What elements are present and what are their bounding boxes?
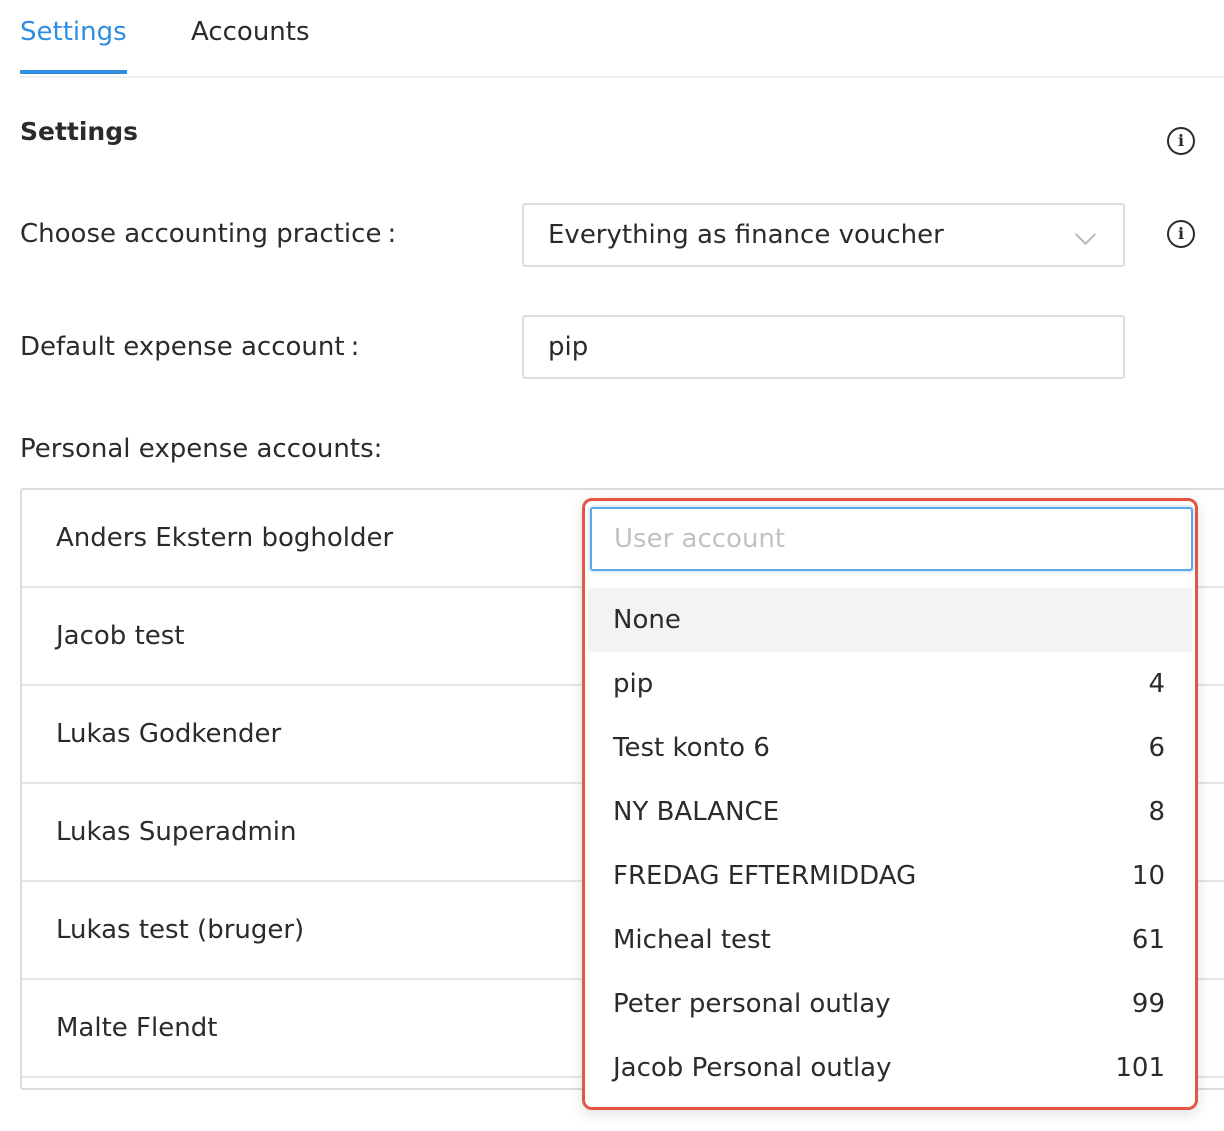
option-name: NY BALANCE <box>613 797 780 827</box>
dropdown-option[interactable]: Jacob Personal outlay 101 <box>588 1036 1192 1100</box>
info-icon[interactable]: i <box>1167 127 1195 155</box>
dropdown-option[interactable]: None <box>588 588 1192 652</box>
person-name: Lukas Godkender <box>56 719 282 749</box>
option-number: 61 <box>1131 925 1165 955</box>
settings-page: Settings Accounts Settings i Choose acco… <box>0 0 1224 1131</box>
option-number: 4 <box>1148 669 1165 699</box>
tab-settings[interactable]: Settings <box>20 14 127 74</box>
option-name: Jacob Personal outlay <box>613 1053 892 1083</box>
dropdown-option[interactable]: Micheal test 61 <box>588 908 1192 972</box>
person-name: Anders Ekstern bogholder <box>56 523 394 553</box>
section-title: Settings <box>20 117 139 146</box>
dropdown-option[interactable]: Test konto 6 6 <box>588 716 1192 780</box>
practice-label: Choose accounting practice: <box>20 219 397 249</box>
chevron-down-icon <box>1074 223 1097 246</box>
option-name: None <box>613 605 681 635</box>
option-number: 6 <box>1148 733 1165 763</box>
person-name: Malte Flendt <box>56 1013 218 1043</box>
dropdown-option[interactable]: NY BALANCE 8 <box>588 780 1192 844</box>
option-name: Peter personal outlay <box>613 989 891 1019</box>
option-name: Test konto 6 <box>613 733 770 763</box>
option-number: 10 <box>1131 861 1165 891</box>
option-name: pip <box>613 669 654 699</box>
tab-accounts[interactable]: Accounts <box>191 14 310 50</box>
dropdown-option[interactable]: Peter personal outlay 99 <box>588 972 1192 1036</box>
option-name: FREDAG EFTERMIDDAG <box>613 861 917 891</box>
dropdown-options: None pip 4 Test konto 6 6 NY BALANCE 8 F… <box>588 588 1192 1100</box>
tab-bar: Settings Accounts <box>20 0 1224 78</box>
option-name: Micheal test <box>613 925 771 955</box>
person-name: Lukas Superadmin <box>56 817 297 847</box>
person-name: Jacob test <box>56 621 185 651</box>
personal-label: Personal expense accounts: <box>20 434 383 464</box>
person-name: Lukas test (bruger) <box>56 915 305 945</box>
expense-label: Default expense account: <box>20 332 360 362</box>
dropdown-option[interactable]: FREDAG EFTERMIDDAG 10 <box>588 844 1192 908</box>
default-expense-field[interactable]: pip <box>522 315 1125 379</box>
user-account-dropdown: None pip 4 Test konto 6 6 NY BALANCE 8 F… <box>582 498 1198 1110</box>
option-number: 101 <box>1115 1053 1165 1083</box>
user-account-search-input[interactable] <box>590 507 1193 571</box>
practice-select[interactable]: Everything as finance voucher <box>522 203 1125 267</box>
option-number: 8 <box>1148 797 1165 827</box>
practice-select-value: Everything as finance voucher <box>548 220 944 250</box>
practice-info-icon[interactable]: i <box>1167 220 1195 248</box>
option-number: 99 <box>1131 989 1165 1019</box>
default-expense-value: pip <box>548 332 589 362</box>
dropdown-option[interactable]: pip 4 <box>588 652 1192 716</box>
